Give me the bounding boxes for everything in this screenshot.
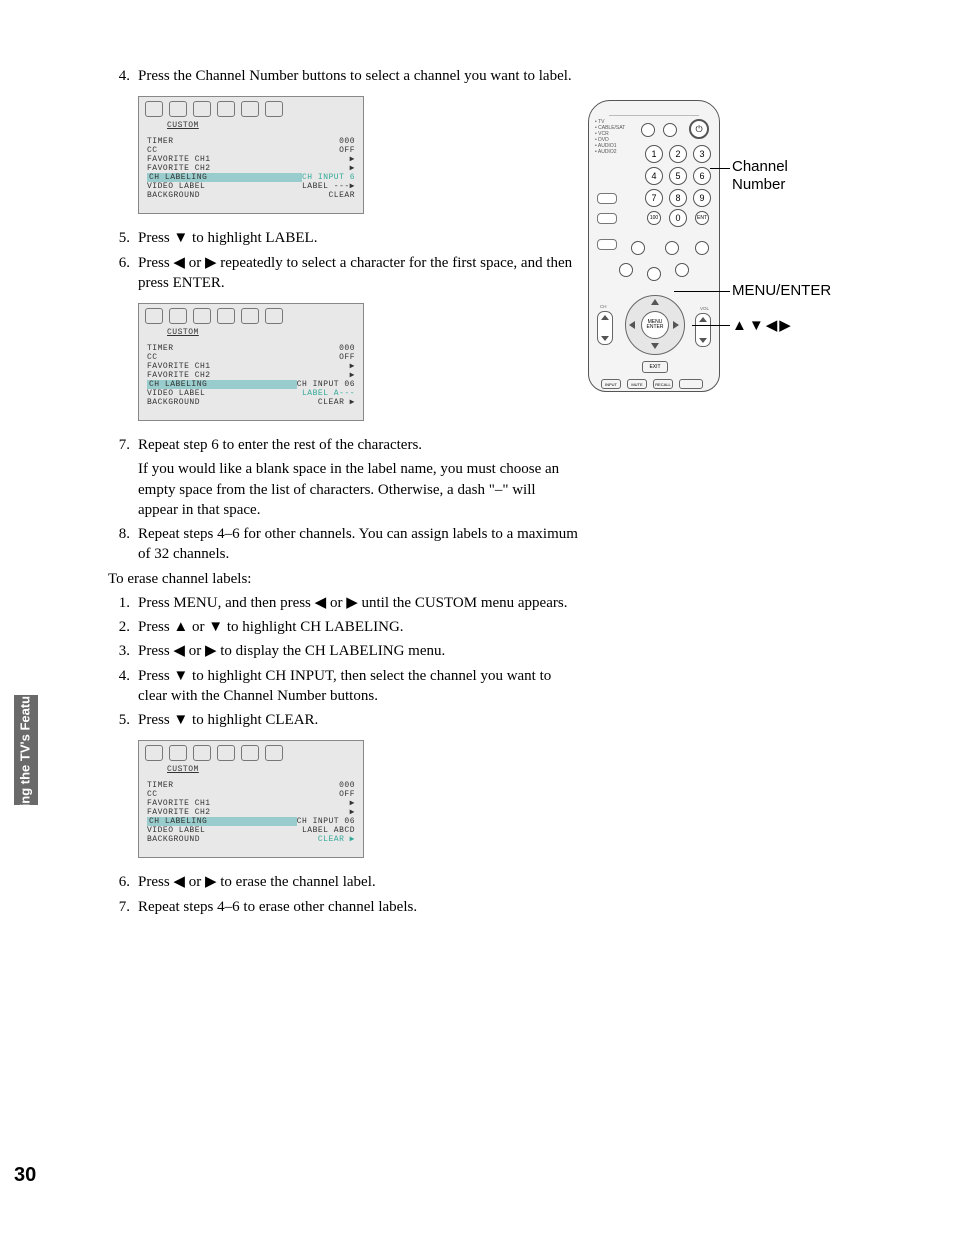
menu-enter-button: MENU ENTER — [641, 311, 669, 339]
step-item: 1.Press MENU, and then press ◀ or ▶ unti… — [108, 593, 578, 613]
section-tab: Using the TV's Features — [14, 695, 38, 805]
remote-diagram: TVCABLE/SATVCRDVDAUDIO1AUDIO2 ⏻ 1 2 3 4 … — [588, 100, 888, 392]
fn-button-5 — [647, 267, 661, 281]
callout-menu-enter: MENU/ENTER — [732, 282, 831, 299]
step-item: 6.Press ◀ or ▶ repeatedly to select a ch… — [108, 253, 578, 294]
light-button — [641, 123, 655, 137]
numpad-9: 9 — [693, 189, 711, 207]
numpad-7: 7 — [645, 189, 663, 207]
erase-heading: To erase channel labels: — [108, 569, 578, 589]
page-number: 30 — [14, 1164, 36, 1187]
numpad-6: 6 — [693, 167, 711, 185]
fn-button-6 — [675, 263, 689, 277]
step-item: 5.Press ▼ to highlight LABEL. — [108, 228, 578, 248]
fn-button-1 — [631, 241, 645, 255]
fn-button-3 — [695, 241, 709, 255]
step-item: 4.Press the Channel Number buttons to se… — [108, 66, 578, 86]
step-item: 4.Press ▼ to highlight CH INPUT, then se… — [108, 666, 578, 707]
mute-button: MUTE — [627, 379, 647, 389]
numpad-3: 3 — [693, 145, 711, 163]
numpad-0: 0 — [669, 209, 687, 227]
step-item: 5.Press ▼ to highlight CLEAR. — [108, 710, 578, 730]
input-button: INPUT — [601, 379, 621, 389]
mode-button — [597, 193, 617, 204]
exit-button: EXIT — [642, 361, 668, 373]
chrtn-button — [679, 379, 703, 389]
sleep-button — [663, 123, 677, 137]
numpad-8: 8 — [669, 189, 687, 207]
numpad-100: 100 — [647, 211, 661, 225]
step-item: 3.Press ◀ or ▶ to display the CH LABELIN… — [108, 641, 578, 661]
fn-button-2 — [665, 241, 679, 255]
callout-arrows: ▲▼◀▶ — [732, 316, 793, 334]
step-item: 6.Press ◀ or ▶ to erase the channel labe… — [108, 872, 578, 892]
main-content: 4.Press the Channel Number buttons to se… — [108, 66, 578, 921]
osd-screenshot-1: CUSTOMTIMER000CCOFFFAVORITE CH1▶FAVORITE… — [138, 96, 364, 214]
step-item: 2.Press ▲ or ▼ to highlight CH LABELING. — [108, 617, 578, 637]
action-button — [597, 239, 617, 250]
osd-screenshot-3: CUSTOMTIMER000CCOFFFAVORITE CH1▶FAVORITE… — [138, 740, 364, 858]
step-item: 7.Repeat steps 4–6 to erase other channe… — [108, 897, 578, 917]
ikey-button — [597, 213, 617, 224]
numpad-ent: ENT — [695, 211, 709, 225]
numpad-5: 5 — [669, 167, 687, 185]
osd-screenshot-2: CUSTOMTIMER000CCOFFFAVORITE CH1▶FAVORITE… — [138, 303, 364, 421]
ch-rocker — [597, 311, 613, 345]
numpad-4: 4 — [645, 167, 663, 185]
power-button: ⏻ — [689, 119, 709, 139]
step-item: 7.Repeat step 6 to enter the rest of the… — [108, 435, 578, 455]
step-note: If you would like a blank space in the l… — [138, 459, 578, 520]
callout-channel-number: Channel Number — [732, 158, 788, 194]
step-item: 8.Repeat steps 4–6 for other channels. Y… — [108, 524, 578, 565]
fn-button-4 — [619, 263, 633, 277]
numpad-2: 2 — [669, 145, 687, 163]
dpad: MENU ENTER — [619, 289, 689, 359]
vol-rocker — [695, 313, 711, 347]
numpad-1: 1 — [645, 145, 663, 163]
recall-button: RECALL — [653, 379, 673, 389]
